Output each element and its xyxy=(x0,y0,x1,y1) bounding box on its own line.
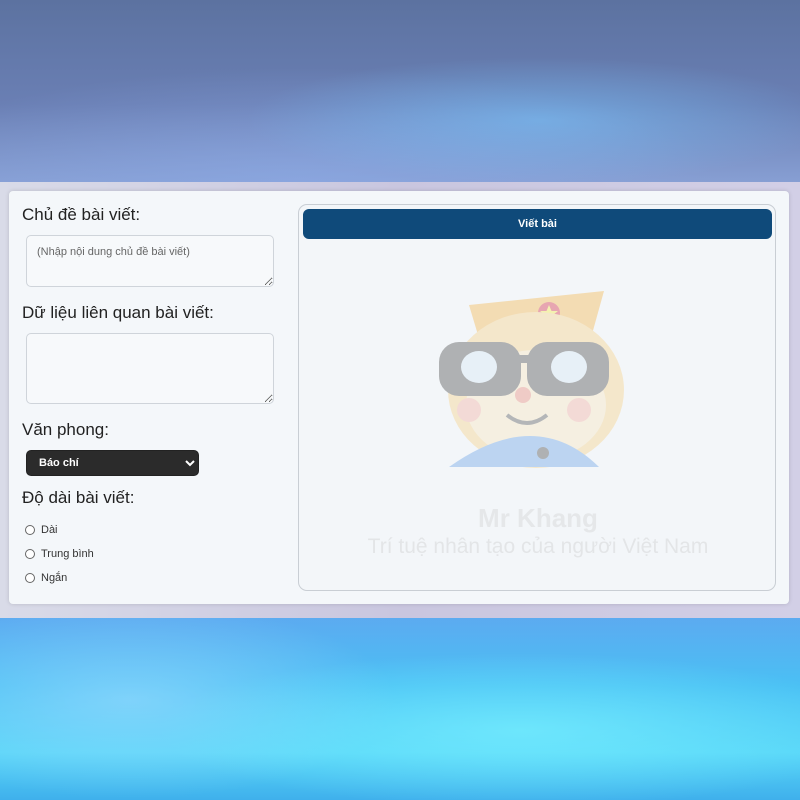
length-option-label: Trung bình xyxy=(41,548,94,560)
style-label: Văn phong: xyxy=(22,420,109,439)
topic-label: Chủ đề bài viết: xyxy=(22,205,141,224)
watermark: Mr Khang Trí tuệ nhân tạo của người Việt… xyxy=(299,205,775,590)
watermark-tagline: Trí tuệ nhân tạo của người Việt Nam xyxy=(367,535,709,558)
article-writer-card: Chủ đề bài viết: Dữ liệu liên quan bài v… xyxy=(9,191,789,604)
related-data-label: Dữ liệu liên quan bài viết: xyxy=(22,303,214,322)
length-option-medium[interactable]: Trung bình xyxy=(25,542,282,566)
style-select-wrap: Báo chí xyxy=(26,450,282,476)
length-option-label: Ngắn xyxy=(41,572,68,584)
input-form: Chủ đề bài viết: Dữ liệu liên quan bài v… xyxy=(22,205,282,590)
background-top xyxy=(0,0,800,190)
radio-button[interactable] xyxy=(25,549,35,559)
radio-button[interactable] xyxy=(25,525,35,535)
topic-textarea[interactable] xyxy=(26,235,274,287)
background-bottom xyxy=(0,610,800,800)
watermark-name: Mr Khang xyxy=(478,503,598,533)
output-panel: Mr Khang Trí tuệ nhân tạo của người Việt… xyxy=(298,204,776,591)
radio-button[interactable] xyxy=(25,573,35,583)
style-select[interactable]: Báo chí xyxy=(26,450,199,476)
length-option-short[interactable]: Ngắn xyxy=(25,566,282,590)
length-label: Độ dài bài viết: xyxy=(22,488,135,507)
write-article-button[interactable]: Viết bài xyxy=(303,209,772,239)
length-option-long[interactable]: Dài xyxy=(25,518,282,542)
related-data-textarea[interactable] xyxy=(26,333,274,404)
length-option-label: Dài xyxy=(41,524,58,536)
